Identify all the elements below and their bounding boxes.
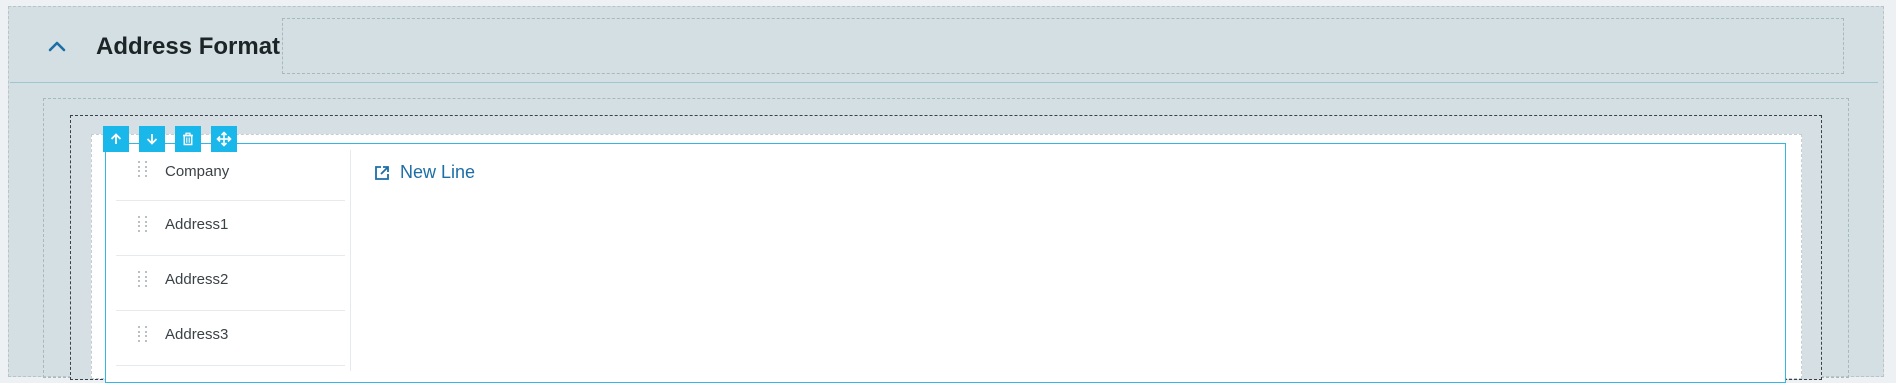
drag-handle-icon[interactable]	[138, 271, 148, 287]
field-label: Address1	[165, 216, 229, 233]
drag-handle-icon[interactable]	[138, 326, 148, 342]
field-item-address3[interactable]: Address3	[116, 311, 345, 366]
new-line-label: New Line	[400, 162, 476, 182]
field-item-address1[interactable]: Address1	[116, 201, 345, 256]
drag-handle-icon[interactable]	[138, 161, 148, 177]
trash-icon	[183, 132, 193, 146]
chevron-up-icon[interactable]	[46, 35, 68, 57]
panel-header: Address Format	[10, 7, 1878, 83]
move-icon	[216, 131, 232, 147]
header-drop-zone	[282, 18, 1844, 74]
drag-handle-icon[interactable]	[138, 216, 148, 232]
field-label: Address3	[165, 326, 229, 343]
field-label: Company	[165, 163, 230, 180]
arrow-up-icon	[110, 133, 122, 144]
field-label: Address2	[165, 271, 229, 288]
field-item-company[interactable]: Company	[116, 146, 345, 201]
panel-title: Address Format	[96, 33, 281, 60]
address-format-widget[interactable]	[105, 143, 1786, 383]
external-link-icon	[375, 165, 389, 180]
field-item-address2[interactable]: Address2	[116, 256, 345, 311]
address-field-list: Company Address1 Address2 Address3	[116, 146, 345, 366]
arrow-down-icon	[146, 134, 158, 145]
new-line-link[interactable]: New Line	[373, 162, 475, 183]
column-divider	[350, 150, 351, 371]
